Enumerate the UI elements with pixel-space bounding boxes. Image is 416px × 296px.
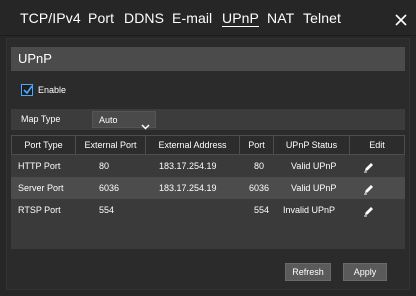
cell-upnp-status: Invalid UPnP [283, 205, 336, 215]
refresh-button[interactable]: Refresh [285, 263, 331, 281]
cell-external-port: 80 [99, 161, 110, 171]
edit-pencil-icon[interactable] [363, 160, 375, 178]
map-type-select[interactable]: Auto [92, 111, 156, 130]
tab-telnet[interactable]: Telnet [303, 10, 341, 26]
cell-port-type: Server Port [18, 183, 64, 193]
tab-tcp-ipv4[interactable]: TCP/IPv4 [20, 10, 81, 26]
map-type-value: Auto [99, 115, 118, 125]
column-header-edit: Edit [369, 140, 385, 150]
cell-external-port: 554 [99, 205, 115, 215]
column-header-port: Port [240, 136, 274, 156]
cell-port: 554 [254, 205, 270, 215]
column-header-external-address: External Address [146, 136, 240, 156]
cell-external-address: 183.17.254.19 [159, 183, 217, 193]
table-empty-area [11, 221, 405, 249]
upnp-table: Port Type External Port External Address… [11, 135, 405, 249]
section-header: UPnP [11, 47, 405, 71]
cell-external-port: 6036 [99, 183, 120, 193]
column-header-external-port: External Port [76, 136, 146, 156]
section-title: UPnP [18, 51, 52, 66]
cell-port: 80 [254, 161, 265, 171]
edit-pencil-icon[interactable] [363, 182, 375, 200]
enable-checkbox[interactable]: Enable [21, 83, 66, 97]
chevron-down-icon [141, 117, 150, 135]
close-icon[interactable] [394, 13, 408, 27]
cell-port-type: RTSP Port [18, 205, 61, 215]
tab-ddns[interactable]: DDNS [124, 10, 164, 26]
apply-button[interactable]: Apply [343, 263, 387, 281]
table-row: Server Port 6036 183.17.254.19 6036 Vali… [11, 177, 405, 199]
map-type-row: Map Type Auto [11, 109, 405, 130]
cell-external-address: 183.17.254.19 [159, 161, 217, 171]
upnp-panel: UPnP Enable Map Type Auto Port Type Exte… [6, 38, 410, 290]
cell-upnp-status: Valid UPnP [291, 161, 337, 171]
tab-port[interactable]: Port [88, 10, 114, 26]
tab-nat[interactable]: NAT [267, 10, 294, 26]
tab-bar: TCP/IPv4 Port DDNS E-mail UPnP NAT Telne… [0, 0, 416, 36]
map-type-label: Map Type [21, 114, 61, 124]
cell-port-type: HTTP Port [18, 161, 61, 171]
enable-label: Enable [38, 85, 67, 95]
column-header-upnp-status: UPnP Status [274, 136, 350, 156]
table-row: RTSP Port 554 554 Invalid UPnP [11, 199, 405, 221]
cell-port: 6036 [249, 183, 270, 193]
tab-upnp[interactable]: UPnP [222, 10, 259, 26]
table-header: Port Type External Port External Address… [11, 135, 405, 156]
edit-pencil-icon[interactable] [363, 204, 375, 222]
cell-upnp-status: Valid UPnP [291, 183, 337, 193]
column-header-port-type: Port Type [12, 136, 76, 156]
table-row: HTTP Port 80 183.17.254.19 80 Valid UPnP [11, 155, 405, 177]
tab-email[interactable]: E-mail [172, 10, 212, 26]
checkbox-checked-icon[interactable] [21, 84, 33, 96]
